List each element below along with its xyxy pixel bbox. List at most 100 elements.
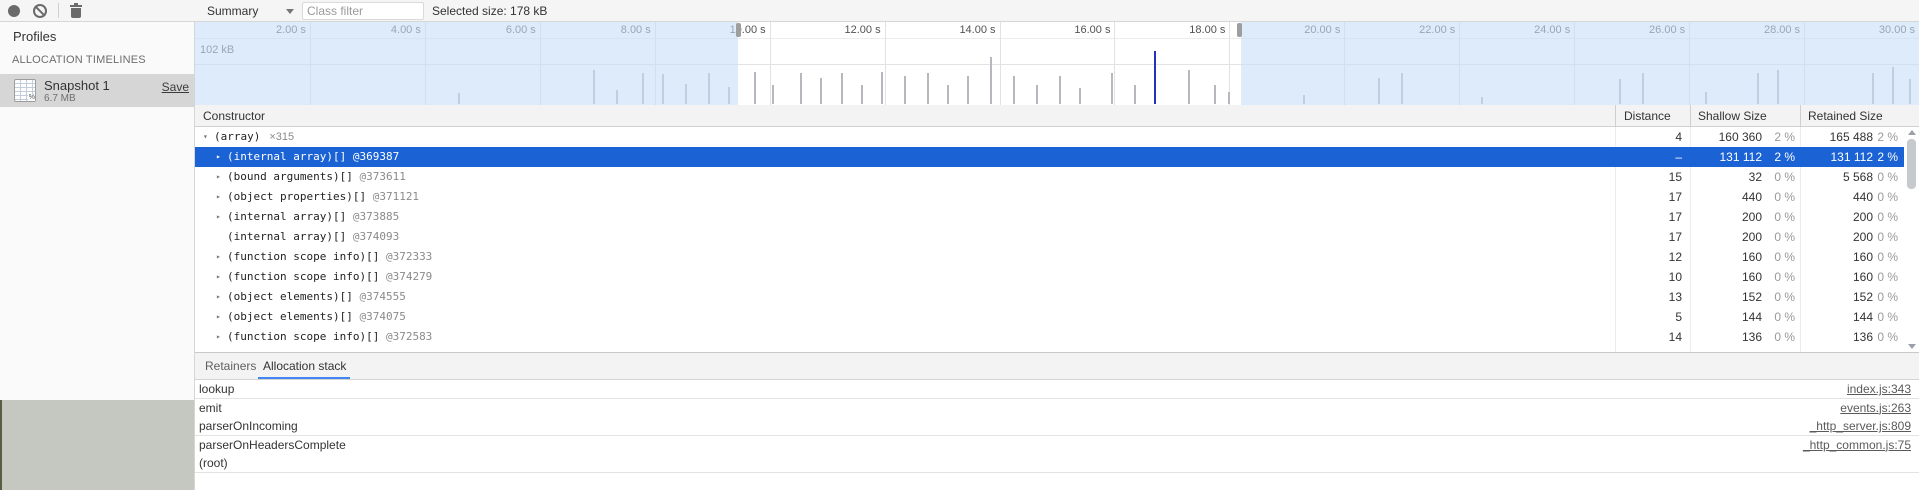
allocation-bar[interactable]	[800, 73, 802, 104]
stack-frame-row[interactable]: parserOnIncoming_http_server.js:809	[195, 417, 1919, 436]
percent-glyph: %	[28, 94, 35, 101]
frame-function-name: parserOnHeadersComplete	[199, 436, 346, 455]
constructor-row[interactable]: ▸(function scope info)[] @372333121600 %…	[195, 247, 1904, 267]
allocation-bar[interactable]	[1111, 73, 1113, 104]
collapsed-arrow-icon[interactable]: ▸	[216, 327, 227, 347]
retained-size-value: 144	[1793, 307, 1873, 327]
distance-value: 12	[1622, 247, 1682, 267]
allocation-bar[interactable]	[820, 78, 822, 104]
selected-allocation-bar[interactable]	[1154, 51, 1156, 104]
allocation-bar[interactable]	[1188, 70, 1190, 104]
grid-scrollbar[interactable]	[1904, 127, 1919, 352]
tab-retainers[interactable]: Retainers	[205, 353, 256, 379]
object-id: @372583	[379, 330, 432, 343]
allocation-bar[interactable]	[861, 85, 863, 104]
column-header-retained-size[interactable]: Retained Size	[1808, 105, 1883, 127]
allocation-bar[interactable]	[947, 85, 949, 104]
frame-source-link[interactable]: _http_common.js:75	[1803, 436, 1911, 455]
allocation-bar[interactable]	[927, 73, 929, 104]
constructor-row[interactable]: ▸(function scope info)[] @374279101600 %…	[195, 267, 1904, 287]
clear-profiles-icon[interactable]	[33, 4, 47, 18]
collapsed-arrow-icon[interactable]: ▸	[216, 147, 227, 167]
shallow-size-value: 160	[1682, 247, 1762, 267]
deselected-region-right[interactable]	[1241, 22, 1919, 105]
allocation-bar[interactable]	[1134, 85, 1136, 104]
allocation-bar[interactable]	[841, 73, 843, 104]
retained-size-value: 5 568	[1793, 167, 1873, 187]
column-header-distance[interactable]: Distance	[1624, 105, 1671, 127]
collapsed-arrow-icon[interactable]: ▸	[216, 287, 227, 307]
frame-source-link[interactable]: index.js:343	[1847, 380, 1911, 399]
trash-icon[interactable]	[70, 4, 82, 18]
column-header-constructor[interactable]: Constructor	[203, 105, 265, 127]
shallow-size-percent: 0 %	[1765, 347, 1795, 352]
sidebar-item-snapshot-1[interactable]: % Snapshot 1 6.7 MB Save	[0, 74, 195, 107]
constructor-row[interactable]: ▸(function scope info)[] @372181121360 %…	[195, 347, 1904, 352]
allocation-bar[interactable]	[1214, 85, 1216, 104]
constructor-row[interactable]: ▸(internal array)[] @373885172000 %2000 …	[195, 207, 1904, 227]
shallow-size-value: 144	[1682, 307, 1762, 327]
retained-size-value: 165 488	[1793, 127, 1873, 147]
stack-frame-row[interactable]: parserOnHeadersComplete _http_common.js:7…	[195, 436, 1919, 455]
constructor-row[interactable]: ▸(internal array)[] @369387–131 1122 %13…	[195, 147, 1904, 167]
collapsed-arrow-icon[interactable]: ▸	[216, 307, 227, 327]
active-tab-underline	[258, 377, 350, 379]
record-heap-icon[interactable]	[8, 5, 20, 17]
distance-value: 4	[1622, 127, 1682, 147]
instance-count: ×315	[269, 131, 294, 143]
collapsed-arrow-icon[interactable]: ▸	[216, 187, 227, 207]
collapsed-arrow-icon[interactable]: ▸	[216, 247, 227, 267]
retained-size-value: 152	[1793, 287, 1873, 307]
allocation-bar[interactable]	[904, 76, 906, 104]
frame-source-link[interactable]: _http_server.js:809	[1810, 417, 1911, 436]
allocation-bar[interactable]	[881, 72, 883, 104]
stack-frame-row[interactable]: (root)	[195, 454, 1919, 473]
allocation-bar[interactable]	[754, 72, 756, 104]
stack-frame-row[interactable]: lookupindex.js:343	[195, 380, 1919, 399]
expanded-arrow-icon[interactable]: ▾	[203, 127, 214, 147]
object-id: @373885	[346, 210, 399, 223]
stack-frame-row[interactable]: emitevents.js:263	[195, 399, 1919, 418]
collapsed-arrow-icon[interactable]: ▸	[216, 167, 227, 187]
selection-grip-right[interactable]	[1237, 23, 1242, 37]
allocation-overview-timeline[interactable]: 102 kB 2.00 s4.00 s6.00 s8.00 s10.00 s12…	[195, 22, 1919, 106]
deselected-region-left[interactable]	[195, 22, 738, 105]
shallow-size-percent: 2 %	[1765, 127, 1795, 147]
scrollbar-thumb[interactable]	[1907, 139, 1916, 189]
constructor-row[interactable]: ▸(object properties)[] @371121174400 %44…	[195, 187, 1904, 207]
constructor-name: (internal array)[] @374093	[216, 227, 399, 247]
retained-size-percent: 0 %	[1868, 207, 1898, 227]
constructor-row[interactable]: ▸(bound arguments)[] @37361115320 %5 568…	[195, 167, 1904, 187]
constructor-name: ▸(object elements)[] @374075	[216, 307, 406, 327]
tab-allocation-stack[interactable]: Allocation stack	[263, 353, 346, 379]
allocation-bar[interactable]	[772, 85, 774, 104]
constructor-row[interactable]: ▸(function scope info)[] @372583141360 %…	[195, 327, 1904, 347]
allocation-bar[interactable]	[1013, 76, 1015, 104]
selection-grip-left[interactable]	[736, 23, 741, 37]
column-header-shallow-size[interactable]: Shallow Size	[1698, 105, 1767, 127]
retained-size-percent: 0 %	[1868, 187, 1898, 207]
retained-size-percent: 0 %	[1868, 327, 1898, 347]
scroll-up-icon[interactable]	[1908, 130, 1916, 135]
grid-header: Constructor Distance Shallow Size Retain…	[195, 105, 1919, 127]
collapsed-arrow-icon[interactable]: ▸	[216, 347, 227, 352]
collapsed-arrow-icon[interactable]: ▸	[216, 267, 227, 287]
constructor-row[interactable]: ▾(array)×3154160 3602 %165 4882 %	[195, 127, 1904, 147]
class-filter-input[interactable]	[302, 2, 424, 20]
retained-size-percent: 0 %	[1868, 287, 1898, 307]
allocation-bar[interactable]	[990, 57, 992, 104]
shallow-size-percent: 0 %	[1765, 327, 1795, 347]
allocation-bar[interactable]	[1059, 76, 1061, 104]
perspective-select[interactable]: Summary	[207, 0, 258, 22]
constructor-row[interactable]: ▸(object elements)[] @37407551440 %1440 …	[195, 307, 1904, 327]
constructor-row[interactable]: ▸(object elements)[] @374555131520 %1520…	[195, 287, 1904, 307]
allocation-bar[interactable]	[1079, 88, 1081, 104]
frame-source-link[interactable]: events.js:263	[1840, 399, 1911, 418]
save-link[interactable]: Save	[162, 80, 189, 94]
scroll-down-icon[interactable]	[1908, 344, 1916, 349]
allocation-bar[interactable]	[967, 76, 969, 104]
allocation-bar[interactable]	[1036, 85, 1038, 104]
constructor-row[interactable]: (internal array)[] @374093172000 %2000 %	[195, 227, 1904, 247]
collapsed-arrow-icon[interactable]: ▸	[216, 207, 227, 227]
allocation-bar[interactable]	[1228, 92, 1230, 104]
